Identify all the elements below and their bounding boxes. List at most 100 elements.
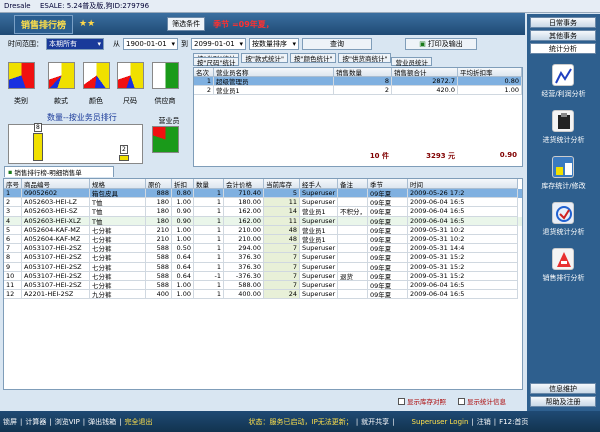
app-name: Dresale [4,2,31,10]
table-row[interactable]: 2 营业员1 2 420.0 1.00 [194,86,522,95]
table-cell: 1 [4,189,22,199]
table-cell: 营业员1 [300,225,338,235]
table-cell: -376.30 [224,271,264,281]
home-link[interactable]: F12:首页 [496,417,531,427]
table-cell: Superuser [300,280,338,291]
sidebar-item-inventory[interactable]: 库存统计/修改 [527,181,600,191]
table-row[interactable]: 1 09052602 箱包皮具 888 0.80 1 710.40 5 Superuser 09年… [4,189,522,199]
table-cell: 七分裤 [90,271,146,281]
tab-daily[interactable]: 日常事务 [530,17,596,28]
stat-buttons-secondary: 按"尺码"统计 营业员统计 [193,57,432,67]
column-header[interactable]: 营业员名称 [214,68,334,77]
column-header[interactable]: 数量 [194,179,224,189]
column-header[interactable]: 经手人 [300,179,338,189]
show-stats-check[interactable]: 显示统计信息 [458,396,506,406]
business-analysis-icon[interactable] [552,64,574,86]
help-register-button[interactable]: 帮助及注册 [530,396,596,407]
table-cell: 1 [194,262,224,272]
filter-row: 时间范围： 本期所有 ▾ 从 1900-01-01 ▾ 到 2099-01-01 ▾ … [0,36,525,52]
table-row[interactable]: 10 A053107-HEI-2SZ 七分裤 588 0.64 -1 -376.30 7 Sup… [4,271,522,281]
table-cell: A053107-HEI-2SZ [22,253,90,263]
filter-button[interactable]: 筛选条件 [167,17,206,31]
column-header[interactable]: 季节 [368,179,408,189]
share-link[interactable]: 就开共享 [358,417,392,427]
info-maintenance-button[interactable]: 信息维护 [530,383,596,394]
tab-other[interactable]: 其他事务 [530,30,596,41]
table-cell: 210 [146,225,172,235]
checkbox[interactable] [398,397,405,405]
column-header[interactable]: 会计价格 [224,179,264,189]
sidebar-item-purchase[interactable]: 进货统计分析 [527,135,600,145]
table-row[interactable]: 9 A053107-HEI-2SZ 七分裤 588 0.64 1 376.30 7 Superu… [4,262,522,272]
column-header[interactable]: 平均折扣率 [458,68,522,77]
table-cell: 10 [4,271,22,281]
star-icon: ★★ [79,19,96,29]
purchase-analysis-icon[interactable] [552,110,574,132]
table-cell: -1 [194,271,224,281]
table-cell: 11 [264,198,300,208]
calculator-link[interactable]: 计算器 [22,417,49,427]
table-cell: 2009-06-04 16:5 [408,198,518,208]
column-header[interactable]: 销售额合计 [392,68,458,77]
checkbox[interactable] [458,397,465,405]
exit-link[interactable]: 完全退出 [122,417,156,427]
table-row[interactable]: 5 A052604-KAF-MZ 七分裤 210 1.00 1 210.00 48 营业员1 09… [4,225,522,235]
staff-stat-button[interactable]: 营业员统计 [391,57,432,67]
query-button[interactable]: 查询 [302,38,372,50]
table-row[interactable]: 7 A053107-HEI-2SZ 七分裤 588 0.50 1 294.00 7 Superu… [4,244,522,254]
table-cell: T恤 [90,198,146,208]
table-row[interactable]: 12 A2201-HEI-2SZ 九分裤 400 1.00 1 400.00 24 Superu… [4,290,522,300]
season-label: 季节 =09年夏， [213,19,274,29]
sidebar-item-business[interactable]: 经营/利润分析 [527,89,600,99]
table-cell: A052603-HEI-SZ [22,207,90,217]
column-header[interactable]: 当前库存 [264,179,300,189]
logout-link[interactable]: 注销 [474,417,494,427]
tab-stats[interactable]: 统计分析 [530,43,596,54]
table-cell: 1 [194,244,224,254]
to-date-select[interactable]: 2099-01-01 ▾ [191,38,246,50]
chevron-down-icon: ▾ [171,40,175,48]
table-cell: A052604-KAF-MZ [22,234,90,245]
column-header[interactable]: 规格 [90,179,146,189]
table-row[interactable]: 8 A053107-HEI-2SZ 七分裤 588 0.64 1 376.30 7 Superu… [4,253,522,263]
return-analysis-icon[interactable] [552,202,574,224]
table-cell: 5 [264,189,300,199]
table-row[interactable]: 2 A052603-HEI-LZ T恤 180 1.00 1 180.00 11 Superus… [4,198,522,208]
column-header[interactable]: 名次 [194,68,214,77]
column-header[interactable]: 折扣 [172,179,194,189]
sales-rank-icon[interactable] [552,248,574,270]
table-cell: 09年夏 [368,280,408,291]
table-row[interactable]: 6 A052604-KAF-MZ 七分裤 210 1.00 1 210.00 48 营业员1 09… [4,234,522,245]
lock-screen-link[interactable]: 锁屏 [0,417,20,427]
table-row[interactable]: 1 超级管理员 8 2872.7 0.80 [194,77,522,86]
bottom-options: 显示库存对照 显示统计信息 [0,394,525,406]
supplier-pie [152,62,179,89]
table-row[interactable]: 11 A053107-HEI-2SZ 七分裤 588 1.00 1 588.00 7 Super… [4,280,522,291]
column-header[interactable]: 销售数量 [334,68,392,77]
vip-link[interactable]: 浏览VIP [52,417,83,427]
column-header[interactable]: 序号 [4,179,22,189]
table-cell: 588.00 [224,280,264,291]
table-cell: 11 [264,216,300,226]
title-bar: Dresale ESALE: 5.24普及版,狗ID:279796 [0,0,600,13]
print-button[interactable]: ▣ 打印及输出 [405,38,477,50]
column-header[interactable]: 备注 [338,179,368,189]
column-header[interactable]: 商品编号 [22,179,90,189]
table-cell: 箱包皮具 [90,189,146,199]
cashbox-link[interactable]: 弹出钱箱 [85,417,119,427]
sidebar-item-return[interactable]: 退货统计分析 [527,227,600,237]
table-cell: 09年夏 [368,198,408,208]
sidebar-item-sales-rank[interactable]: 销售排行分析 [527,273,600,283]
column-header[interactable]: 时间 [408,179,518,189]
show-stock-check[interactable]: 显示库存对照 [398,396,446,406]
inventory-icon[interactable] [552,156,574,178]
table-row[interactable]: 3 A052603-HEI-SZ T恤 180 0.90 1 162.00 14 营业员1 不积分… [4,207,522,217]
tab-detail[interactable]: ▪ 销售排行榜-明细销售单 [4,166,114,177]
from-date-select[interactable]: 1900-01-01 ▾ [123,38,178,50]
status-text: 状态：服务已启动，IP无法更新； [248,417,353,426]
column-header[interactable]: 原价 [146,179,172,189]
stat-size-button[interactable]: 按"尺码"统计 [193,57,240,67]
sort-select[interactable]: 按数量排序 ▾ [249,38,299,50]
table-row[interactable]: 4 A052603-HEI-XLZ T恤 180 0.90 1 162.00 11 Superu… [4,216,522,226]
range-select[interactable]: 本期所有 ▾ [46,38,104,50]
